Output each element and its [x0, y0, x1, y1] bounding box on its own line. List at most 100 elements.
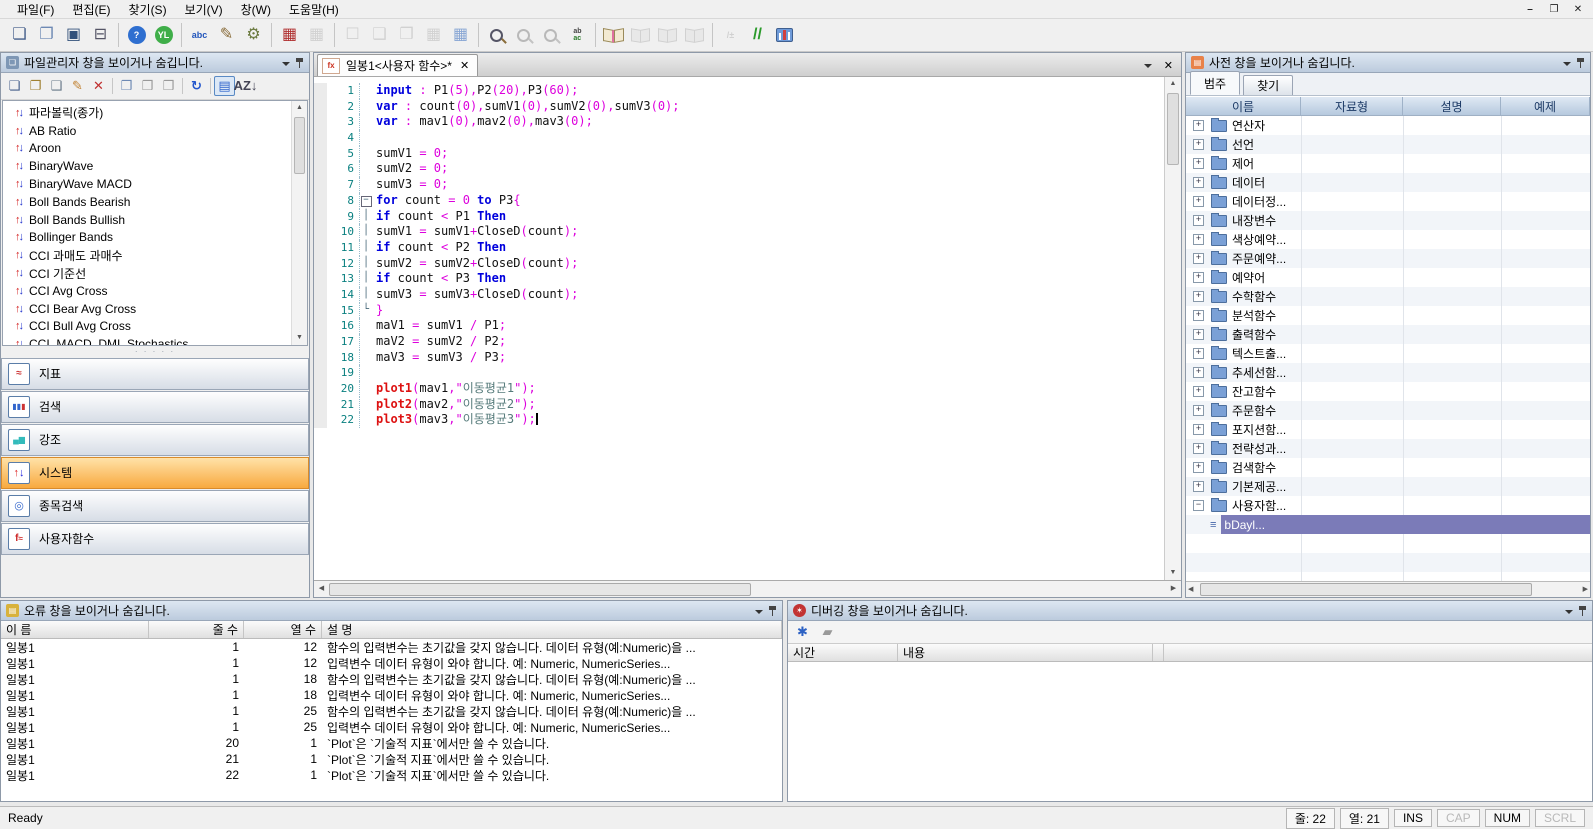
verify-icon[interactable]: ✎	[213, 22, 240, 49]
add-note-icon[interactable]: ✱	[792, 622, 813, 642]
expand-icon[interactable]: +	[1193, 424, 1204, 435]
expand-icon[interactable]: +	[1193, 443, 1204, 454]
expand-icon[interactable]: +	[1193, 253, 1204, 264]
error-panel-header[interactable]: ▤ 오류 창을 보이거나 숨깁니다.	[1, 601, 782, 621]
expand-icon[interactable]: +	[1193, 215, 1204, 226]
nav-button-사용자함수[interactable]: f≈사용자함수	[1, 523, 309, 555]
options-toolbox-icon[interactable]	[771, 22, 798, 49]
tree-item[interactable]: +잔고함수	[1186, 382, 1590, 401]
code-line[interactable]: 8−for count = 0 to P3{	[314, 193, 1164, 209]
column-header-설명[interactable]: 설명	[1403, 97, 1501, 115]
copy-icon[interactable]: ❑	[46, 76, 67, 96]
new-folder-icon[interactable]: ❒	[116, 76, 137, 96]
column-header-자료형[interactable]: 자료형	[1301, 97, 1403, 115]
scroll-left-icon[interactable]: ◀	[1188, 585, 1193, 593]
expand-icon[interactable]: +	[1193, 139, 1204, 150]
fold-collapse-icon[interactable]: −	[361, 196, 372, 207]
code-line[interactable]: 18maV3 = sumV3 / P3;	[314, 350, 1164, 366]
expand-icon[interactable]: +	[1193, 348, 1204, 359]
code-line[interactable]: 21plot2(mav2,"이동평균2");	[314, 397, 1164, 413]
file-item[interactable]: ↑↓Aroon	[3, 140, 307, 158]
zoom-icon[interactable]	[483, 22, 510, 49]
debug-panel-header[interactable]: ✶ 디버깅 창을 보이거나 숨깁니다.	[788, 601, 1592, 621]
menu-item[interactable]: 보기(V)	[176, 0, 232, 19]
spell-check-icon[interactable]: abc	[186, 22, 213, 49]
file-item[interactable]: ↑↓CCI 기준선	[3, 264, 307, 282]
code-line[interactable]: 3var : mav1(0),mav2(0),mav3(0);	[314, 114, 1164, 130]
scroll-right-icon[interactable]: ▶	[1583, 585, 1588, 593]
file-item[interactable]: ↑↓파라볼릭(종가)	[3, 104, 307, 122]
editor-vscrollbar[interactable]: ▲ ▼	[1164, 77, 1181, 580]
file-item[interactable]: ↑↓CCI Bear Avg Cross	[3, 300, 307, 318]
minimize-button[interactable]: –	[1523, 4, 1537, 15]
file-item[interactable]: ↑↓CCI 과매도 과매수	[3, 246, 307, 264]
expand-icon[interactable]: +	[1193, 481, 1204, 492]
expand-icon[interactable]: +	[1193, 386, 1204, 397]
scroll-left-icon[interactable]: ◀	[315, 582, 328, 595]
view-list-icon[interactable]: ▤	[214, 76, 235, 96]
scroll-right-icon[interactable]: ▶	[1167, 582, 1180, 595]
menu-item[interactable]: 찾기(S)	[119, 0, 175, 19]
file-item[interactable]: ↑↓Boll Bands Bearish	[3, 193, 307, 211]
nav-button-종목검색[interactable]: ◎종목검색	[1, 490, 309, 522]
scrollbar-thumb[interactable]	[329, 583, 751, 596]
chevron-down-icon[interactable]	[282, 62, 290, 70]
open-icon[interactable]: ❐	[25, 76, 46, 96]
tree-item[interactable]: +검색함수	[1186, 458, 1590, 477]
expand-icon[interactable]: +	[1193, 272, 1204, 283]
menu-item[interactable]: 도움말(H)	[280, 0, 348, 19]
expand-icon[interactable]: +	[1193, 462, 1204, 473]
file-item[interactable]: ↑↓Boll Bands Bullish	[3, 211, 307, 229]
code-line[interactable]: 15└}	[314, 303, 1164, 319]
file-list-scrollbar[interactable]: ▲ ▼	[291, 101, 307, 345]
save-icon[interactable]: ▣	[60, 22, 87, 49]
tree-item[interactable]: +포지션함...	[1186, 420, 1590, 439]
file-list[interactable]: ▲ ▼ ↑↓파라볼릭(종가)↑↓AB Ratio↑↓Aroon↑↓BinaryW…	[2, 100, 308, 346]
pin-icon[interactable]	[1578, 605, 1587, 617]
expand-icon[interactable]: +	[1193, 367, 1204, 378]
file-item[interactable]: ↑↓CCI_MACD_DMI_Stochastics	[3, 335, 307, 345]
column-header-이름[interactable]: 이름	[1186, 97, 1301, 115]
new-file-icon[interactable]: ❏	[6, 22, 33, 49]
error-row[interactable]: 일봉1118함수의 입력변수는 초기값을 갖지 않습니다. 데이터 유형(예:N…	[1, 671, 782, 687]
tree-item[interactable]: +추세선함...	[1186, 363, 1590, 382]
code-line[interactable]: 9│if count < P1 Then	[314, 209, 1164, 225]
nav-button-지표[interactable]: ≈지표	[1, 358, 309, 390]
restore-button[interactable]: ❐	[1547, 4, 1561, 15]
tree-item[interactable]: +전략성과...	[1186, 439, 1590, 458]
expand-icon[interactable]: +	[1193, 405, 1204, 416]
tab-list-dropdown-icon[interactable]	[1144, 64, 1152, 72]
rename-icon[interactable]: ✎	[67, 76, 88, 96]
tree-item[interactable]: +분석함수	[1186, 306, 1590, 325]
menu-item[interactable]: 파일(F)	[8, 0, 63, 19]
code-line[interactable]: 20plot1(mav1,"이동평균1");	[314, 381, 1164, 397]
column-header-예제[interactable]: 예제	[1501, 97, 1590, 115]
expand-icon[interactable]: +	[1193, 234, 1204, 245]
chevron-down-icon[interactable]	[755, 610, 763, 618]
expand-icon[interactable]: +	[1193, 310, 1204, 321]
scroll-up-icon[interactable]: ▲	[292, 101, 307, 115]
file-item[interactable]: ↑↓Bollinger Bands	[3, 229, 307, 247]
scrollbar-thumb[interactable]	[1200, 583, 1532, 596]
expand-icon[interactable]: −	[1193, 500, 1204, 511]
error-column-3[interactable]: 열 수	[244, 621, 322, 638]
code-line[interactable]: 5sumV1 = 0;	[314, 146, 1164, 162]
code-line[interactable]: 11│if count < P2 Then	[314, 240, 1164, 256]
tree-item[interactable]: +출력함수	[1186, 325, 1590, 344]
error-row[interactable]: 일봉1118입력변수 데이터 유형이 와야 합니다. 예: Numeric, N…	[1, 687, 782, 703]
expand-icon[interactable]: +	[1193, 158, 1204, 169]
dictionary-book-icon[interactable]	[600, 22, 627, 49]
chevron-down-icon[interactable]	[1565, 610, 1573, 618]
editor-tab[interactable]: fx 일봉1<사용자 함수>* ✕	[317, 54, 478, 76]
comment-icon[interactable]: //	[744, 22, 771, 49]
tree-item[interactable]: −사용자함...	[1186, 496, 1590, 515]
tree-item[interactable]: +주문예약...	[1186, 249, 1590, 268]
debug-column-시간[interactable]: 시간	[788, 644, 898, 661]
dictionary-tree[interactable]: +연산자+선언+제어+데이터+데이터정...+내장변수+색상예약...+주문예약…	[1186, 116, 1590, 581]
panel-splitter[interactable]: · · · · ·	[1, 346, 309, 357]
nav-button-시스템[interactable]: ↑↓시스템	[1, 457, 309, 489]
code-line[interactable]: 22plot3(mav3,"이동평균3");	[314, 412, 1164, 428]
tab-close-icon[interactable]: ✕	[460, 59, 469, 72]
file-item[interactable]: ↑↓AB Ratio	[3, 122, 307, 140]
code-line[interactable]: 10│sumV1 = sumV1+CloseD(count);	[314, 224, 1164, 240]
